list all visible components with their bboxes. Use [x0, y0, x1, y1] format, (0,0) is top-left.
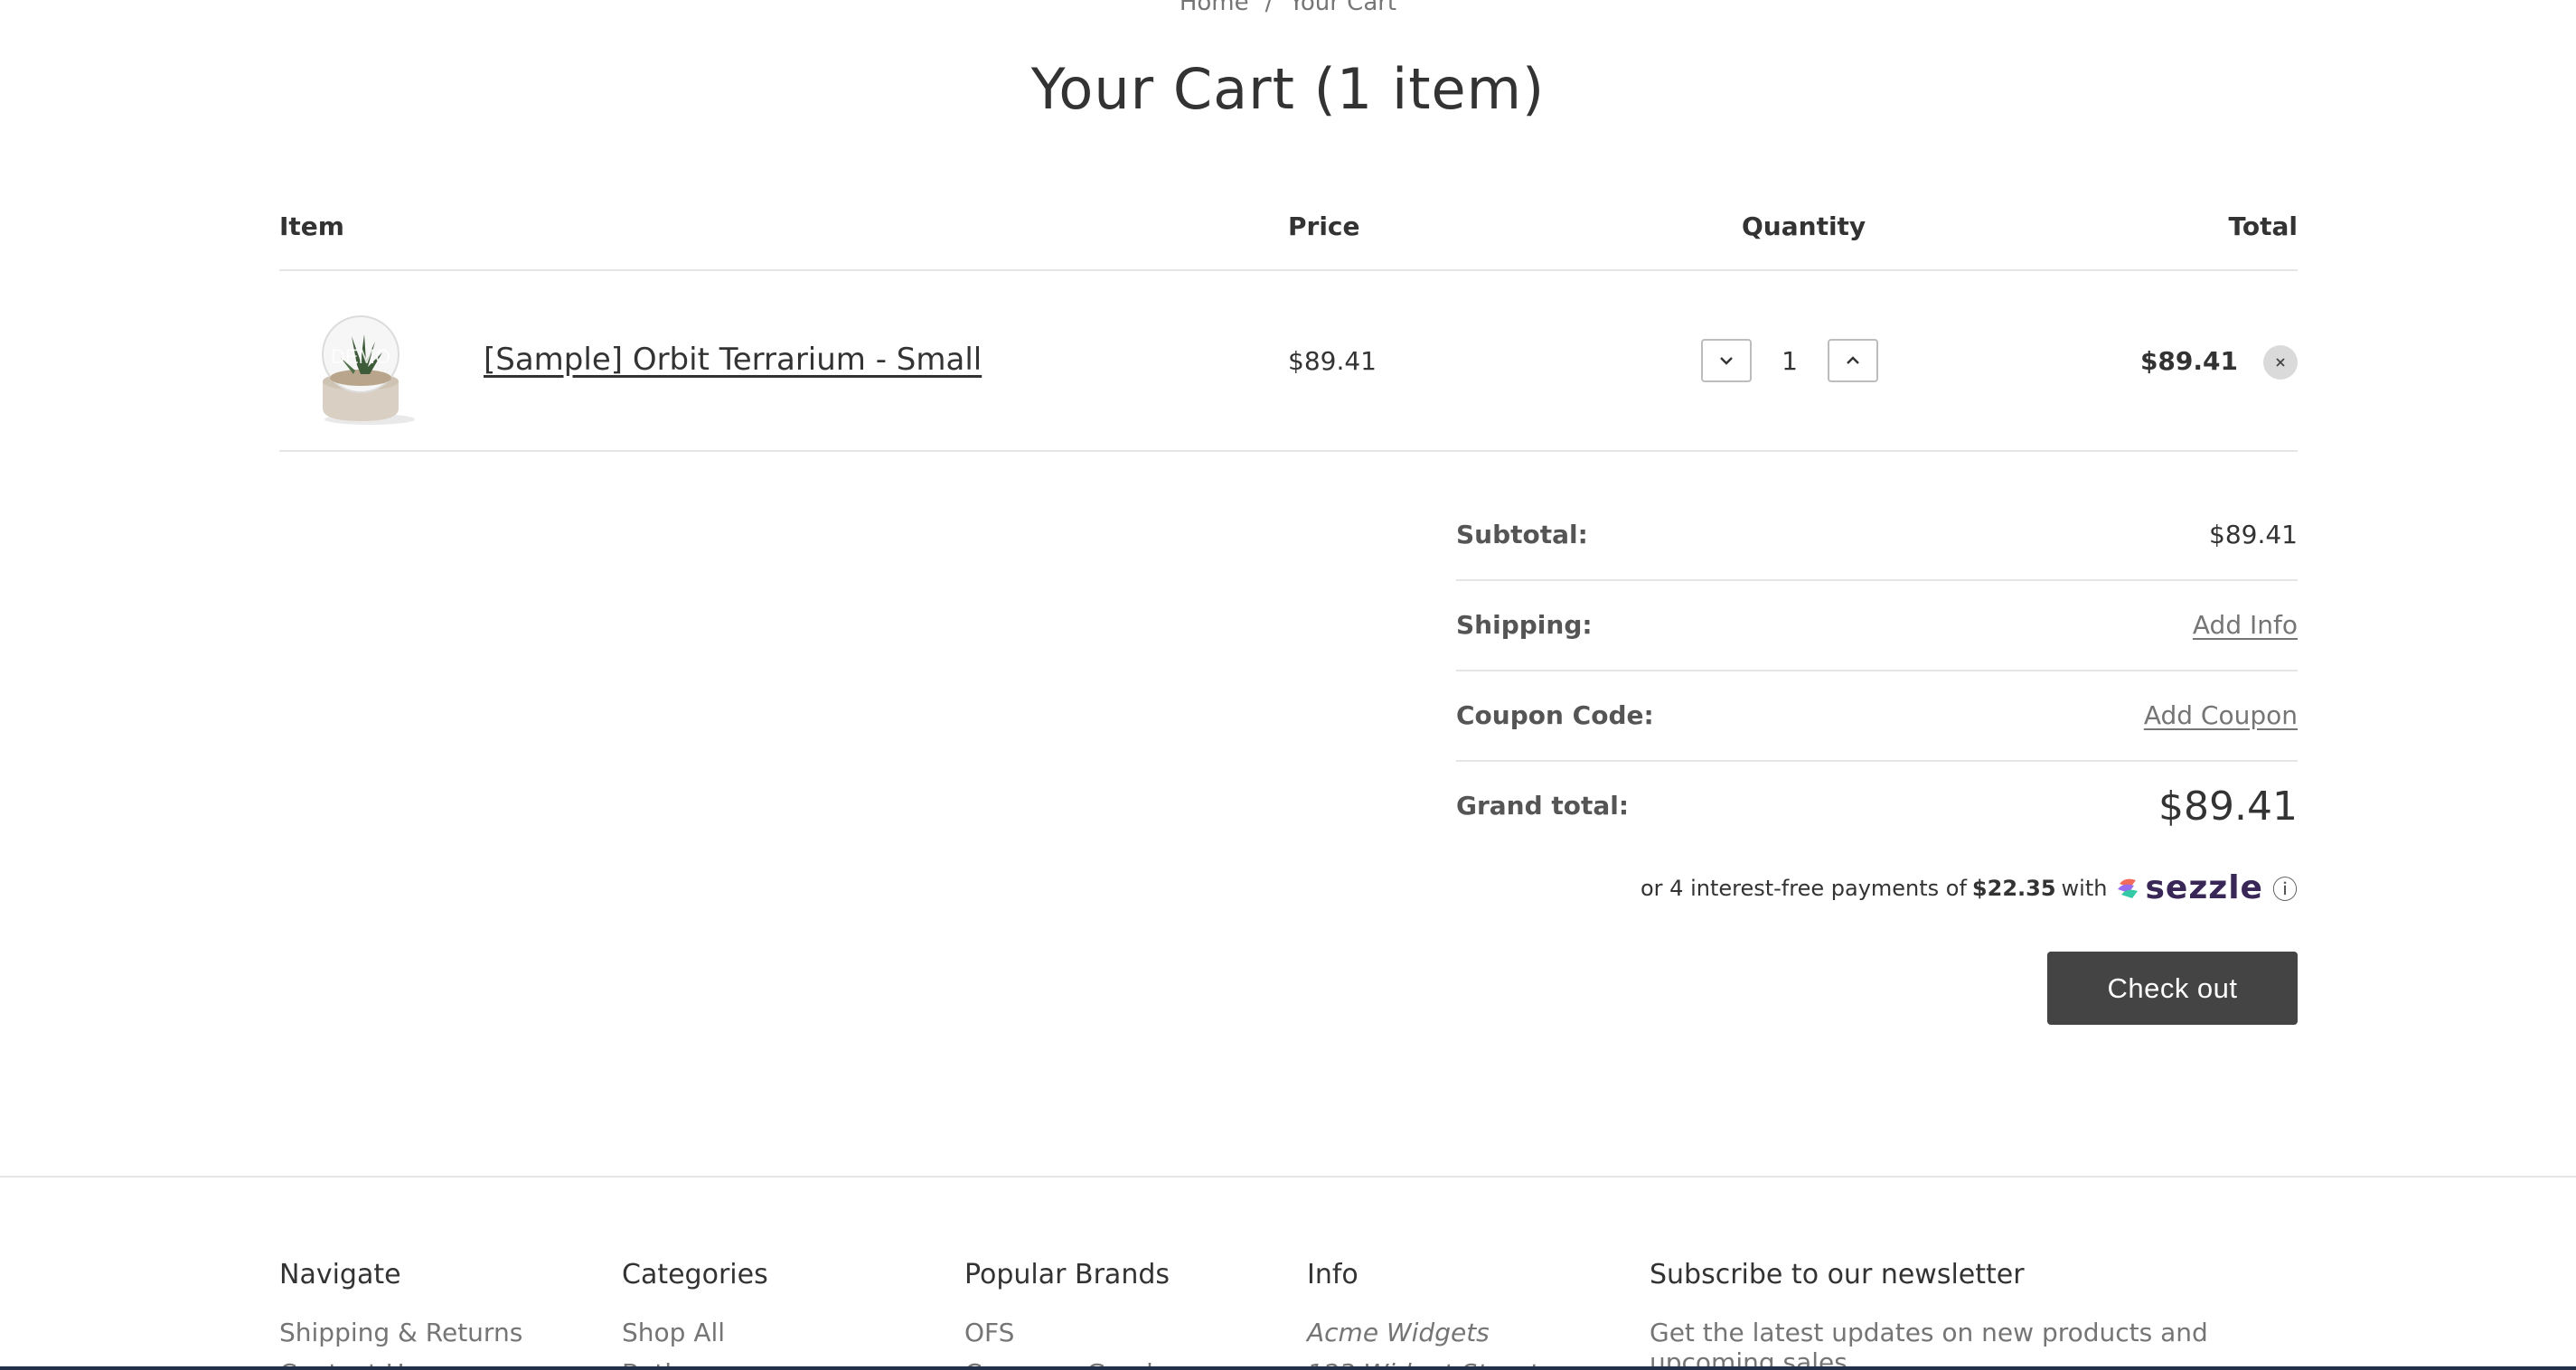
close-icon — [2276, 358, 2285, 367]
footer-navigate-title: Navigate — [279, 1259, 401, 1290]
coupon-label: Coupon Code: — [1456, 700, 1654, 730]
grand-total-value: $89.41 — [2158, 784, 2298, 830]
sezzle-with: with — [2061, 875, 2108, 901]
product-name-link[interactable]: [Sample] Orbit Terrarium - Small — [484, 342, 982, 378]
header-total: Total — [2228, 211, 2299, 241]
shipping-label: Shipping: — [1456, 610, 1593, 640]
quantity-stepper: 1 — [1701, 338, 1878, 383]
header-price: Price — [1288, 211, 1360, 241]
header-quantity: Quantity — [1742, 211, 1866, 241]
footer-categories: Categories Shop All Bath — [622, 1259, 768, 1370]
sezzle-logo[interactable]: sezzle — [2114, 869, 2263, 906]
footer-categories-title: Categories — [622, 1259, 768, 1290]
remove-item-button[interactable] — [2263, 345, 2298, 380]
footer-link-ofs[interactable]: OFS — [964, 1318, 1170, 1347]
quantity-increase-button[interactable] — [1828, 339, 1878, 382]
checkout-button[interactable]: Check out — [2047, 952, 2298, 1025]
footer-link-shipping-returns[interactable]: Shipping & Returns — [279, 1318, 522, 1347]
sezzle-wordmark: sezzle — [2145, 869, 2263, 906]
item-price: $89.41 — [1288, 346, 1377, 376]
footer-link-shop-all[interactable]: Shop All — [622, 1318, 768, 1347]
add-shipping-info-link[interactable]: Add Info — [2193, 610, 2298, 640]
footer-navigate: Navigate Shipping & Returns Contact Us — [279, 1259, 522, 1370]
item-total: $89.41 — [2139, 346, 2238, 376]
footer-newsletter-text: Get the latest updates on new products a… — [1650, 1318, 2208, 1370]
cart-table-header: Item Price Quantity Total — [279, 199, 2298, 271]
breadcrumb-separator: / — [1264, 0, 1274, 16]
sezzle-installments: or 4 interest-free payments of $22.35 wi… — [1641, 869, 2298, 906]
footer-info: Info Acme Widgets 123 Widget Street — [1307, 1259, 1538, 1370]
subtotal-value: $89.41 — [2209, 520, 2298, 549]
footer-newsletter-title: Subscribe to our newsletter — [1650, 1259, 2025, 1290]
add-coupon-link[interactable]: Add Coupon — [2144, 700, 2298, 730]
footer-popular-brands: Popular Brands OFS Common Good — [964, 1259, 1170, 1370]
footer: Navigate Shipping & Returns Contact Us C… — [0, 1176, 2576, 1370]
cart-table: Item Price Quantity Total DEMO [Sample] … — [279, 199, 2298, 452]
quantity-decrease-button[interactable] — [1701, 339, 1752, 382]
cart-totals: Subtotal: $89.41 Shipping: Add Info Coup… — [1456, 491, 2298, 852]
demo-watermark: DEMO — [331, 345, 390, 368]
info-icon[interactable]: ⓘ — [2272, 870, 2298, 906]
coupon-row: Coupon Code: Add Coupon — [1456, 671, 2298, 762]
sezzle-logo-icon — [2118, 878, 2139, 898]
cart-item-row: DEMO [Sample] Orbit Terrarium - Small $8… — [279, 271, 2298, 452]
page-title: Your Cart (1 item) — [1030, 56, 1546, 122]
product-thumbnail[interactable]: DEMO — [297, 302, 424, 428]
quantity-value[interactable]: 1 — [1752, 346, 1828, 376]
grand-total-row: Grand total: $89.41 — [1456, 762, 2298, 852]
grand-total-label: Grand total: — [1456, 791, 1630, 821]
header-item: Item — [279, 211, 344, 241]
footer-brands-title: Popular Brands — [964, 1259, 1170, 1290]
footer-company-name: Acme Widgets — [1307, 1318, 1490, 1347]
chevron-up-icon — [1847, 356, 1859, 364]
breadcrumb-home-link[interactable]: Home — [1180, 0, 1249, 16]
sezzle-prefix: or 4 interest-free payments of — [1640, 875, 1967, 901]
breadcrumb: Home / Your Cart — [0, 0, 2576, 16]
footer-info-title: Info — [1307, 1259, 1359, 1290]
footer-newsletter: Subscribe to our newsletter Get the late… — [1650, 1259, 2300, 1370]
subtotal-label: Subtotal: — [1456, 520, 1588, 549]
window-bottom-edge — [0, 1366, 2576, 1370]
breadcrumb-current: Your Cart — [1289, 0, 1397, 16]
chevron-down-icon — [1720, 357, 1733, 365]
subtotal-row: Subtotal: $89.41 — [1456, 491, 2298, 581]
sezzle-amount: $22.35 — [1971, 875, 2056, 901]
shipping-row: Shipping: Add Info — [1456, 581, 2298, 671]
